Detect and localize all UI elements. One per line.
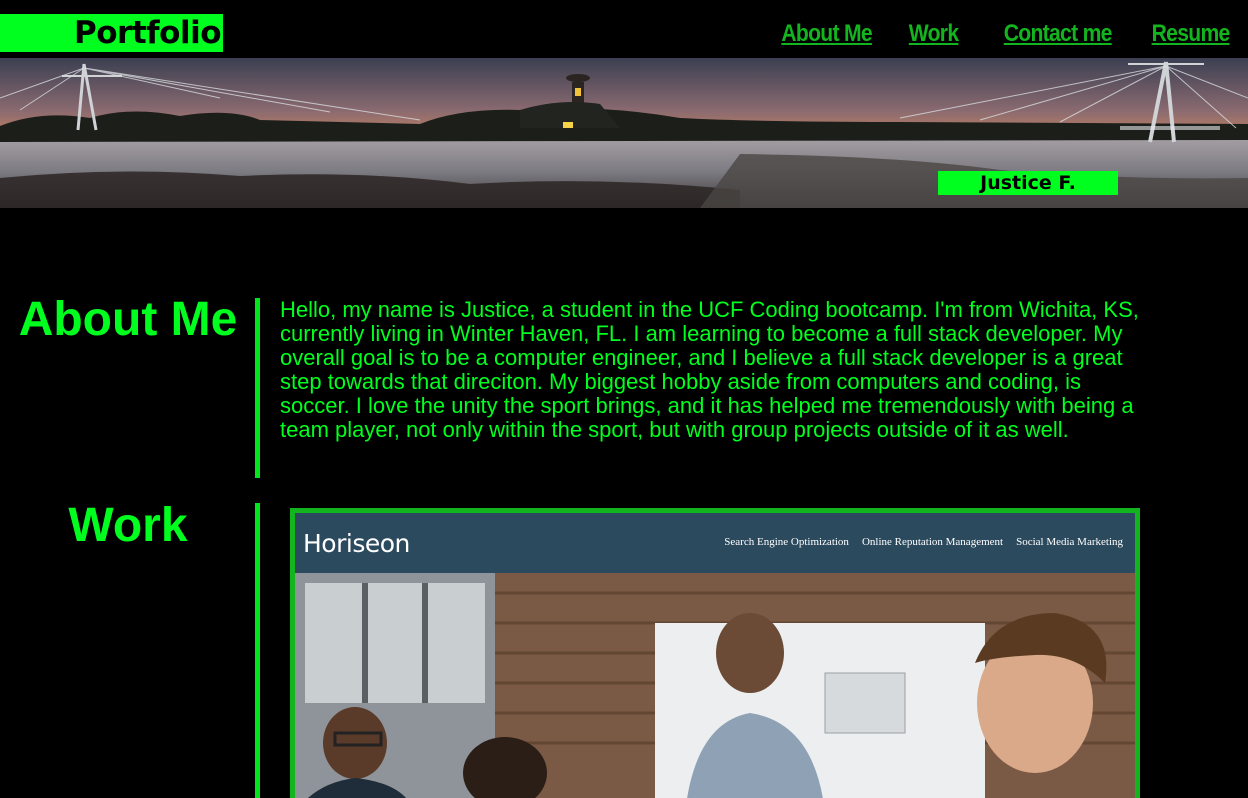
nav-link-about-me[interactable]: About Me <box>782 20 873 48</box>
page: Portfolio About Me Work Contact me Resum… <box>0 0 1248 798</box>
nav-link-work[interactable]: Work <box>909 20 959 48</box>
project-nav-item: Online Reputation Management <box>861 536 1004 548</box>
project-header: Horiseon Search Engine Optimization Onli… <box>295 513 1135 573</box>
nav-link-resume[interactable]: Resume <box>1152 20 1231 48</box>
project-nav-item: Search Engine Optimization <box>724 536 849 548</box>
nav-link-contact-me[interactable]: Contact me <box>1003 20 1112 48</box>
project-screenshot[interactable]: Horiseon Search Engine Optimization Onli… <box>290 508 1140 798</box>
project-hero-image <box>295 573 1135 798</box>
site-logo[interactable]: Portfolio <box>0 14 223 52</box>
project-nav: Search Engine Optimization Online Reputa… <box>724 536 1123 548</box>
project-nav-item: Social Media Marketing <box>1016 536 1123 548</box>
name-tag: Justice F. <box>938 171 1118 195</box>
header: Portfolio About Me Work Contact me Resum… <box>0 0 1248 58</box>
main-nav: About Me Work Contact me Resume <box>769 20 1231 48</box>
hero-banner: Justice F. <box>0 58 1248 208</box>
project-brand: Horiseon <box>303 529 410 558</box>
about-divider <box>255 298 260 478</box>
work-divider <box>255 503 260 798</box>
about-text: Hello, my name is Justice, a student in … <box>280 297 1139 442</box>
work-title: Work <box>68 499 188 552</box>
about-title: About Me <box>18 293 238 346</box>
